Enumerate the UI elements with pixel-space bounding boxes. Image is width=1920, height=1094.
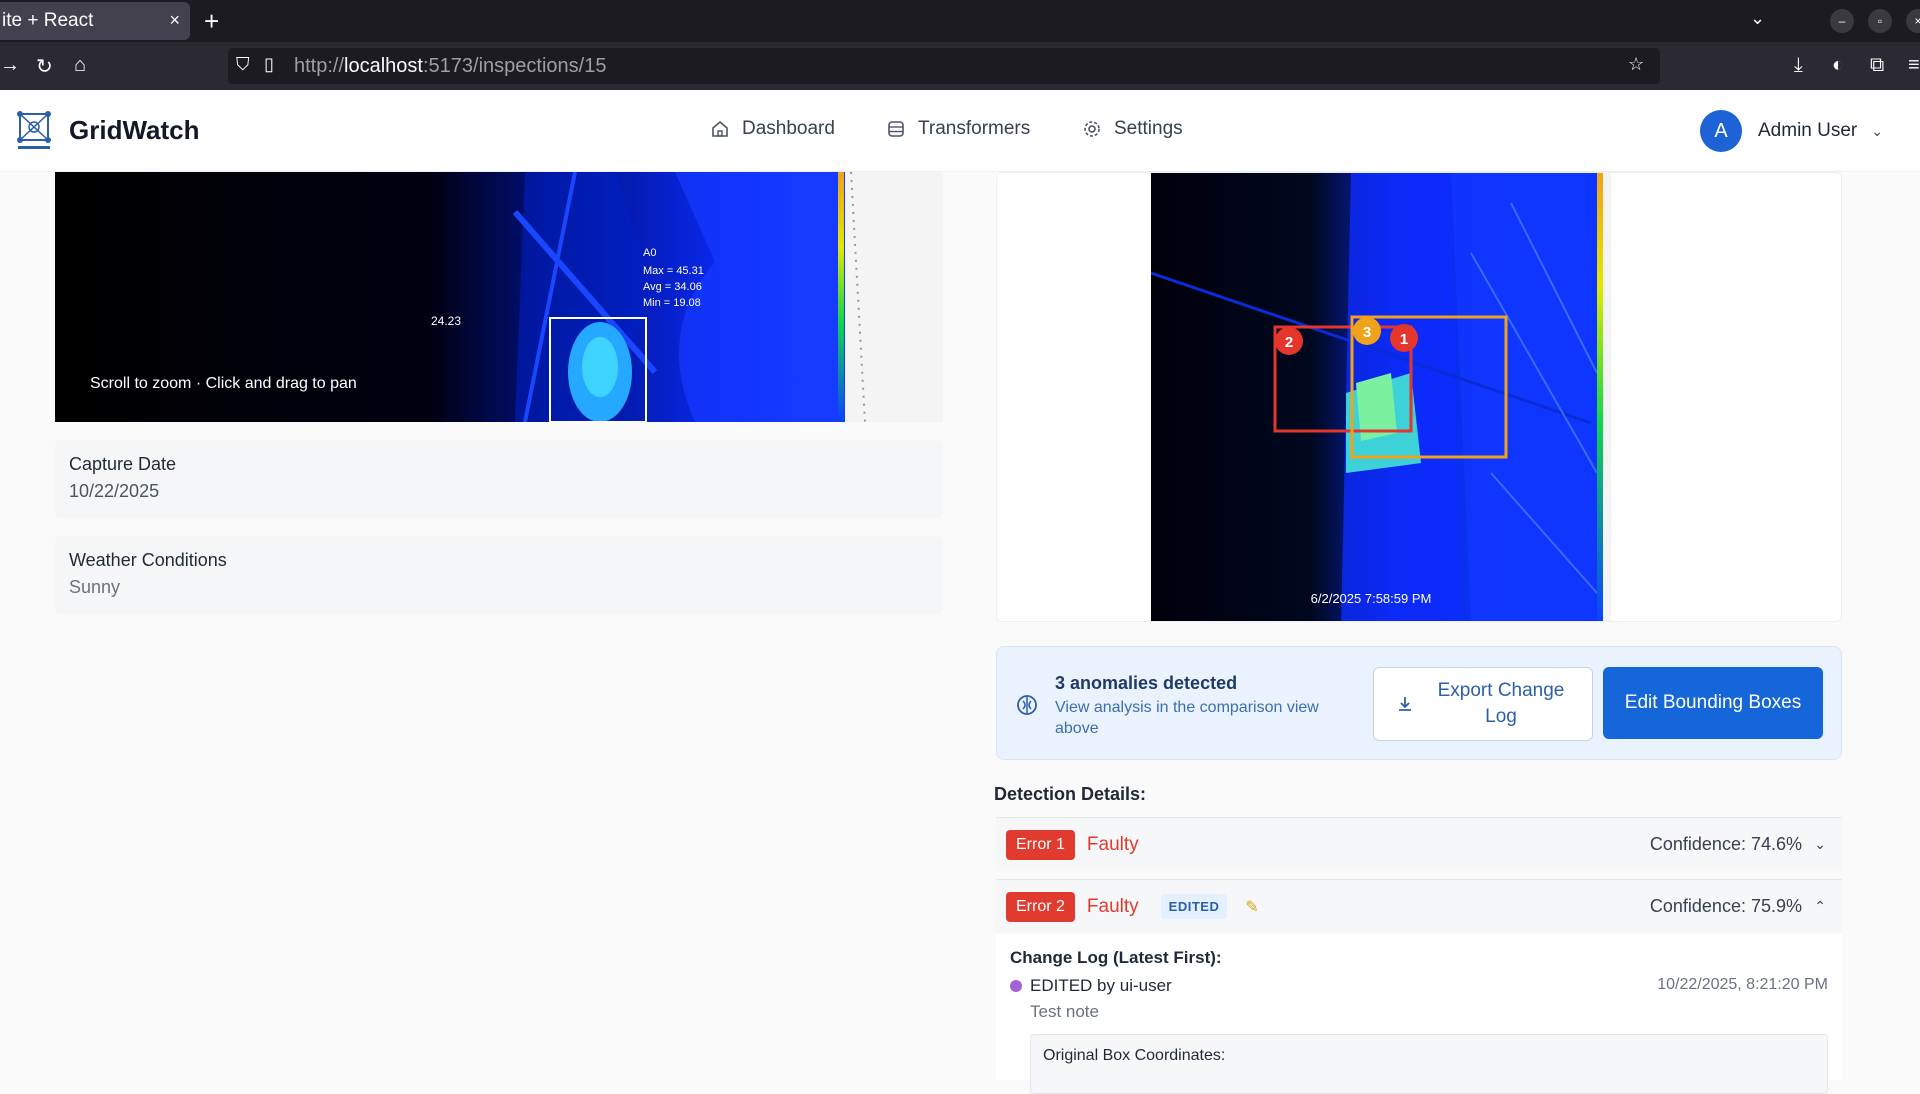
- min-temperature: Min = 19.08: [643, 297, 701, 309]
- error-badge: Error 1: [1006, 829, 1075, 860]
- menu-icon[interactable]: ≡: [1908, 54, 1920, 77]
- timeline-dot: [1010, 980, 1022, 992]
- chevron-up-icon[interactable]: ⌃: [1814, 898, 1826, 915]
- reload-icon[interactable]: ↻: [36, 54, 53, 79]
- page-icon: ▯: [264, 54, 274, 74]
- avg-temperature: Avg = 34.06: [643, 281, 702, 293]
- nav-label: Transformers: [918, 118, 1031, 139]
- extensions-icon[interactable]: ⧉: [1870, 54, 1884, 77]
- avatar[interactable]: A: [1700, 110, 1742, 152]
- home-icon[interactable]: ⌂: [74, 54, 86, 77]
- download-icon[interactable]: ⤓: [1794, 54, 1803, 77]
- original-box-coordinates: Original Box Coordinates:: [1030, 1034, 1828, 1094]
- confidence-value: Confidence: 74.6%: [1649, 834, 1802, 854]
- comparison-panel: 2 3 1 6/2/2025 7:58:59 PM: [996, 172, 1842, 622]
- window-close-icon[interactable]: ×: [1906, 9, 1920, 33]
- box-number-1: 1: [1400, 331, 1408, 348]
- edit-bounding-boxes-button[interactable]: Edit Bounding Boxes: [1603, 667, 1823, 739]
- original-box-title: Original Box Coordinates:: [1043, 1047, 1226, 1064]
- chevron-down-icon[interactable]: ⌄: [1871, 123, 1883, 140]
- shield-icon[interactable]: ⛉: [236, 54, 250, 75]
- nav-settings[interactable]: Settings: [1082, 118, 1183, 140]
- box-number-3: 3: [1363, 324, 1371, 341]
- nav-dashboard[interactable]: Dashboard: [710, 118, 835, 140]
- area-label: A0: [643, 247, 656, 259]
- nav-transformers[interactable]: Transformers: [886, 118, 1030, 140]
- url-bar[interactable]: ⛉ ▯ http://localhost:5173/inspections/15…: [228, 48, 1660, 84]
- brand-name[interactable]: GridWatch: [69, 115, 199, 146]
- close-tab-icon[interactable]: ×: [169, 10, 180, 31]
- anomaly-summary: 3 anomalies detected View analysis in th…: [996, 646, 1842, 760]
- capture-date-label: Capture Date: [69, 454, 177, 474]
- change-log-time: 10/22/2025, 8:21:20 PM: [1657, 976, 1828, 993]
- tab-title: ite + React: [2, 10, 94, 31]
- change-log-entry: EDITED by ui-user: [1030, 976, 1172, 995]
- forward-icon[interactable]: →: [0, 54, 20, 77]
- max-temperature: Max = 45.31: [643, 265, 704, 277]
- download-icon: [1399, 697, 1411, 711]
- nav-label: Settings: [1114, 118, 1183, 139]
- detection-details-title: Detection Details:: [994, 784, 1147, 804]
- anomaly-subtitle: View analysis in the comparison view abo…: [1055, 699, 1319, 737]
- confidence-value: Confidence: 75.9%: [1649, 896, 1802, 916]
- annotated-thermal-image[interactable]: 2 3 1 6/2/2025 7:58:59 PM: [1151, 173, 1611, 621]
- browser-tab[interactable]: ite + React ×: [0, 2, 190, 40]
- home-icon: [712, 120, 728, 137]
- detection-row-1[interactable]: Error 1 Faulty Confidence: 74.6% ⌄: [996, 817, 1842, 871]
- chevron-down-icon[interactable]: ⌄: [1750, 8, 1765, 29]
- chevron-down-icon[interactable]: ⌄: [1814, 836, 1826, 853]
- nav-label: Dashboard: [742, 118, 835, 139]
- app-header: GridWatch Dashboard Transformers Setting…: [0, 90, 1920, 172]
- zoom-hint: Scroll to zoom · Click and drag to pan: [90, 375, 357, 392]
- user-menu[interactable]: A Admin User ⌄: [1700, 110, 1883, 152]
- gridwatch-logo-icon[interactable]: [14, 108, 54, 152]
- brain-icon: [1017, 695, 1037, 715]
- maximize-icon[interactable]: ▫: [1868, 9, 1892, 33]
- change-log: Change Log (Latest First): EDITED by ui-…: [996, 934, 1842, 1094]
- export-change-log-button[interactable]: Export Change Log: [1373, 667, 1593, 741]
- box-number-2: 2: [1285, 334, 1293, 351]
- change-log-note: Test note: [1030, 1002, 1099, 1021]
- bookmark-star-icon[interactable]: ☆: [1628, 54, 1644, 75]
- account-icon[interactable]: ◐: [1832, 54, 1844, 77]
- annotated-thermal-image-canvas: 2 3 1 6/2/2025 7:58:59 PM: [1151, 173, 1611, 621]
- status-label: Faulty: [1086, 833, 1139, 855]
- minimize-icon[interactable]: –: [1830, 9, 1854, 33]
- status-label: Faulty: [1086, 895, 1139, 917]
- url-text[interactable]: http://localhost:5173/inspections/15: [294, 55, 606, 78]
- spot-temperature: 24.23: [431, 314, 461, 328]
- detection-row-2[interactable]: Error 2 Faulty EDITED ✎ Confidence: 75.9…: [996, 879, 1842, 933]
- thermal-image-viewer[interactable]: 24.23 A0 Max = 45.31 Avg = 34.06 Min = 1…: [55, 172, 943, 422]
- user-name[interactable]: Admin User: [1758, 120, 1857, 142]
- gear-icon: [1084, 121, 1100, 137]
- database-icon: [888, 121, 904, 137]
- capture-date-value: 10/22/2025: [69, 481, 160, 501]
- weather-card: Weather Conditions Sunny: [55, 536, 943, 614]
- capture-date-card: Capture Date 10/22/2025: [55, 440, 943, 518]
- anomaly-count: 3 anomalies detected: [1055, 673, 1238, 693]
- weather-label: Weather Conditions: [69, 550, 227, 570]
- note-icon: ✎: [1245, 898, 1259, 916]
- export-label: Export Change Log: [1437, 680, 1565, 727]
- browser-tab-bar: ite + React × + ⌄ – ▫ ×: [0, 0, 1920, 42]
- weather-value: Sunny: [69, 577, 121, 597]
- new-tab-button[interactable]: +: [204, 6, 219, 37]
- change-log-title: Change Log (Latest First):: [1010, 948, 1222, 967]
- browser-nav-bar: → ↻ ⌂ ⛉ ▯ http://localhost:5173/inspecti…: [0, 42, 1920, 90]
- image-timestamp: 6/2/2025 7:58:59 PM: [1311, 591, 1432, 606]
- error-badge: Error 2: [1006, 891, 1075, 922]
- edited-badge: EDITED: [1160, 894, 1228, 919]
